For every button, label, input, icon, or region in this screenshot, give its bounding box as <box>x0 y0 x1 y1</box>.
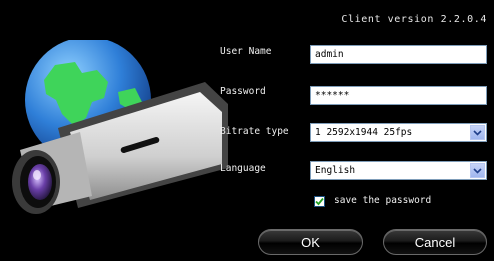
password-input[interactable]: ****** <box>310 86 487 105</box>
checkmark-icon <box>315 197 324 206</box>
save-password-checkbox[interactable] <box>314 196 325 207</box>
username-label: User Name <box>220 46 272 57</box>
chevron-down-icon[interactable] <box>470 125 485 140</box>
save-password-label: save the password <box>334 195 432 206</box>
version-label: Client version 2.2.0.4 <box>341 14 487 25</box>
password-label: Password <box>220 86 266 97</box>
cancel-button[interactable]: Cancel <box>383 229 487 255</box>
bitrate-label: Bitrate type <box>220 126 289 137</box>
chevron-down-icon[interactable] <box>470 163 485 178</box>
language-label: Language <box>220 163 266 174</box>
language-value: English <box>315 165 356 176</box>
camera-lens <box>28 164 52 200</box>
bitrate-select[interactable]: 1 2592x1944 25fps <box>310 123 487 142</box>
globe-camera-icon <box>12 40 228 214</box>
bitrate-value: 1 2592x1944 25fps <box>315 127 413 138</box>
ok-button[interactable]: OK <box>258 229 363 255</box>
language-select[interactable]: English <box>310 161 487 180</box>
username-input[interactable]: admin <box>310 45 487 64</box>
